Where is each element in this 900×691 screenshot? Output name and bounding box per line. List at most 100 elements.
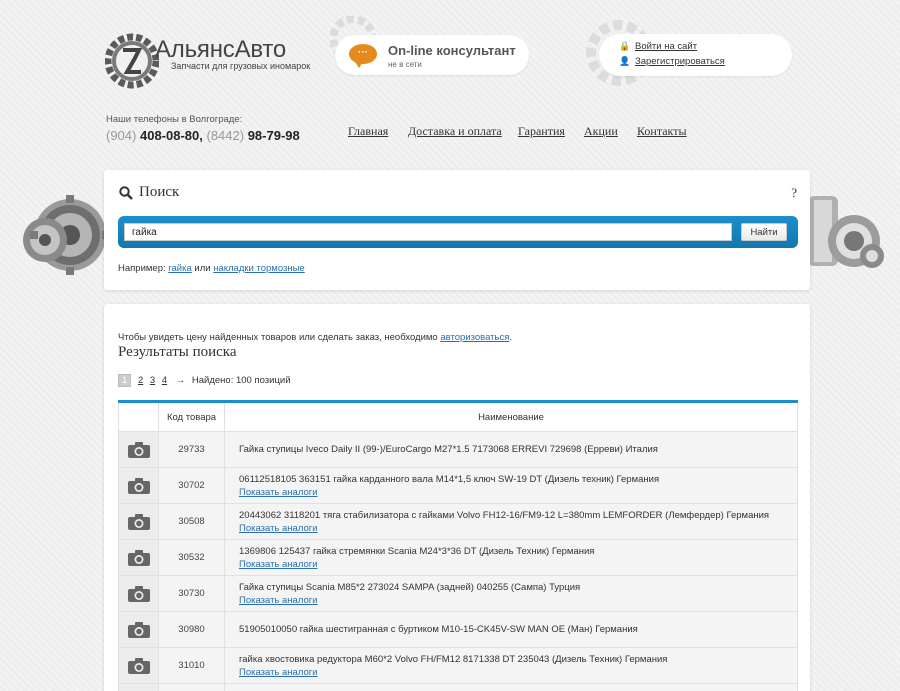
product-code: 30730 — [158, 575, 225, 612]
search-bar: Найти — [118, 216, 798, 248]
phone2-code: (8442) — [206, 128, 245, 143]
nav-delivery[interactable]: Доставка и оплата — [408, 124, 502, 139]
product-name-cell: 1369806 125437 гайка стремянки Scania M2… — [224, 539, 798, 576]
table-row[interactable]: 30532 1369806 125437 гайка стремянки Sca… — [118, 539, 798, 576]
table-row[interactable]: 29733 Гайка ступицы Iveco Daily II (99-)… — [118, 431, 798, 468]
product-name-cell — [224, 683, 798, 691]
results-panel: Чтобы увидеть цену найденных товаров или… — [104, 304, 810, 691]
product-name-cell: Гайка ступицы Scania M85*2 273024 SAMPA … — [224, 575, 798, 612]
photo-cell[interactable] — [118, 575, 159, 612]
camera-icon — [127, 441, 150, 458]
photo-cell[interactable] — [118, 431, 159, 468]
example-or: или — [194, 263, 211, 274]
found-count: Найдено: 100 позиций — [191, 375, 291, 386]
example-link-brake-pads[interactable]: накладки тормозные — [213, 263, 305, 274]
help-button[interactable]: ? — [791, 185, 797, 201]
gears-decoration-left — [23, 195, 106, 275]
product-name[interactable]: 1369806 125437 гайка стремянки Scania M2… — [239, 546, 594, 557]
phone-numbers: (904) 408-08-80, (8442) 98-79-98 — [106, 128, 300, 143]
camera-icon — [127, 585, 150, 602]
product-code: 31010 — [158, 647, 225, 684]
lock-icon: 🔒 — [619, 41, 631, 51]
search-panel: Поиск ? Найти Например: гайка или наклад… — [104, 170, 810, 290]
site-logo[interactable]: АльянсАвто Запчасти для грузовых иномаро… — [105, 30, 310, 92]
table-row[interactable]: 31010 гайка хвостовика редуктора M60*2 V… — [118, 647, 798, 684]
register-row: 👤 Зарегистрироваться — [619, 56, 725, 67]
logo-gear-icon — [105, 33, 159, 89]
product-code: 30980 — [158, 611, 225, 648]
phones-label: Наши телефоны в Волгограде: — [106, 114, 243, 125]
auth-note-text: Чтобы увидеть цену найденных товаров или… — [118, 332, 438, 343]
photo-cell[interactable] — [118, 647, 159, 684]
nav-home[interactable]: Главная — [348, 124, 388, 139]
results-table: Код товара Наименование 29733 Гайка ступ… — [118, 400, 798, 691]
phone1-code: (904) — [106, 128, 137, 143]
show-analogs-link[interactable]: Показать аналоги — [239, 595, 797, 606]
example-link-nut[interactable]: гайка — [168, 263, 192, 274]
product-code: 30702 — [158, 467, 225, 504]
product-code: 29733 — [158, 431, 225, 468]
col-code: Код товара — [158, 401, 225, 432]
product-name[interactable]: Гайка ступицы Iveco Daily II (99-)/EuroC… — [239, 444, 658, 455]
photo-cell[interactable] — [118, 467, 159, 504]
search-icon — [119, 186, 133, 200]
product-name[interactable]: 06112518105 363151 гайка карданного вала… — [239, 474, 659, 485]
product-name[interactable]: гайка хвостовика редуктора M60*2 Volvo F… — [239, 654, 667, 665]
product-name-cell: Гайка ступицы Iveco Daily II (99-)/EuroC… — [224, 431, 798, 468]
nav-warranty[interactable]: Гарантия — [518, 124, 565, 139]
auth-note-suffix: . — [509, 332, 512, 343]
camera-icon — [127, 621, 150, 638]
col-photo — [118, 401, 159, 432]
product-name[interactable]: Гайка ступицы Scania M85*2 273024 SAMPA … — [239, 582, 580, 593]
login-row: 🔒 Войти на сайт — [619, 41, 697, 52]
show-analogs-link[interactable]: Показать аналоги — [239, 667, 797, 678]
photo-cell[interactable] — [118, 539, 159, 576]
table-row[interactable]: 30730 Гайка ступицы Scania M85*2 273024 … — [118, 575, 798, 612]
bearings-decoration-right — [808, 196, 884, 268]
photo-cell[interactable] — [118, 503, 159, 540]
next-page-arrow[interactable]: → — [176, 375, 186, 386]
camera-icon — [127, 549, 150, 566]
login-link[interactable]: Войти на сайт — [635, 41, 697, 52]
table-row[interactable] — [118, 683, 798, 691]
pagination: 1 2 3 4 → Найдено: 100 позиций — [118, 374, 291, 387]
online-consultant-widget[interactable]: ··· On-line консультант не в сети — [335, 35, 529, 75]
results-title: Результаты поиска — [118, 344, 237, 360]
consultant-title: On-line консультант — [388, 43, 516, 58]
register-link[interactable]: Зарегистрироваться — [635, 56, 725, 67]
product-name-cell: гайка хвостовика редуктора M60*2 Volvo F… — [224, 647, 798, 684]
col-name: Наименование — [224, 401, 798, 432]
photo-cell[interactable] — [118, 683, 159, 691]
product-name-cell: 06112518105 363151 гайка карданного вала… — [224, 467, 798, 504]
chat-bubble-icon: ··· — [349, 44, 377, 68]
auth-note: Чтобы увидеть цену найденных товаров или… — [118, 332, 512, 343]
product-name[interactable]: 51905010050 гайка шестигранная с буртико… — [239, 624, 638, 635]
search-example: Например: гайка или накладки тормозные — [118, 263, 305, 274]
example-prefix: Например: — [118, 263, 166, 274]
table-row[interactable]: 30702 06112518105 363151 гайка карданног… — [118, 467, 798, 504]
page-current[interactable]: 1 — [118, 374, 132, 387]
product-name[interactable]: 20443062 3118201 тяга стабилизатора с га… — [239, 510, 769, 521]
camera-icon — [127, 657, 150, 674]
nav-promotions[interactable]: Акции — [584, 124, 618, 139]
show-analogs-link[interactable]: Показать аналоги — [239, 523, 797, 534]
table-row[interactable]: 30508 20443062 3118201 тяга стабилизатор… — [118, 503, 798, 540]
search-input[interactable] — [124, 223, 732, 241]
photo-cell[interactable] — [118, 611, 159, 648]
page-link[interactable]: 2 — [138, 375, 143, 386]
camera-icon — [127, 513, 150, 530]
search-button[interactable]: Найти — [741, 223, 787, 241]
product-code: 30508 — [158, 503, 225, 540]
search-title: Поиск — [139, 184, 180, 200]
show-analogs-link[interactable]: Показать аналоги — [239, 559, 797, 570]
product-code — [158, 683, 225, 691]
nav-contacts[interactable]: Контакты — [637, 124, 687, 139]
product-name-cell: 51905010050 гайка шестигранная с буртико… — [224, 611, 798, 648]
show-analogs-link[interactable]: Показать аналоги — [239, 487, 797, 498]
product-code: 30532 — [158, 539, 225, 576]
table-row[interactable]: 30980 51905010050 гайка шестигранная с б… — [118, 611, 798, 648]
page-link[interactable]: 4 — [162, 375, 167, 386]
authorize-link[interactable]: авторизоваться — [440, 332, 509, 343]
page-link[interactable]: 3 — [150, 375, 155, 386]
camera-icon — [127, 477, 150, 494]
